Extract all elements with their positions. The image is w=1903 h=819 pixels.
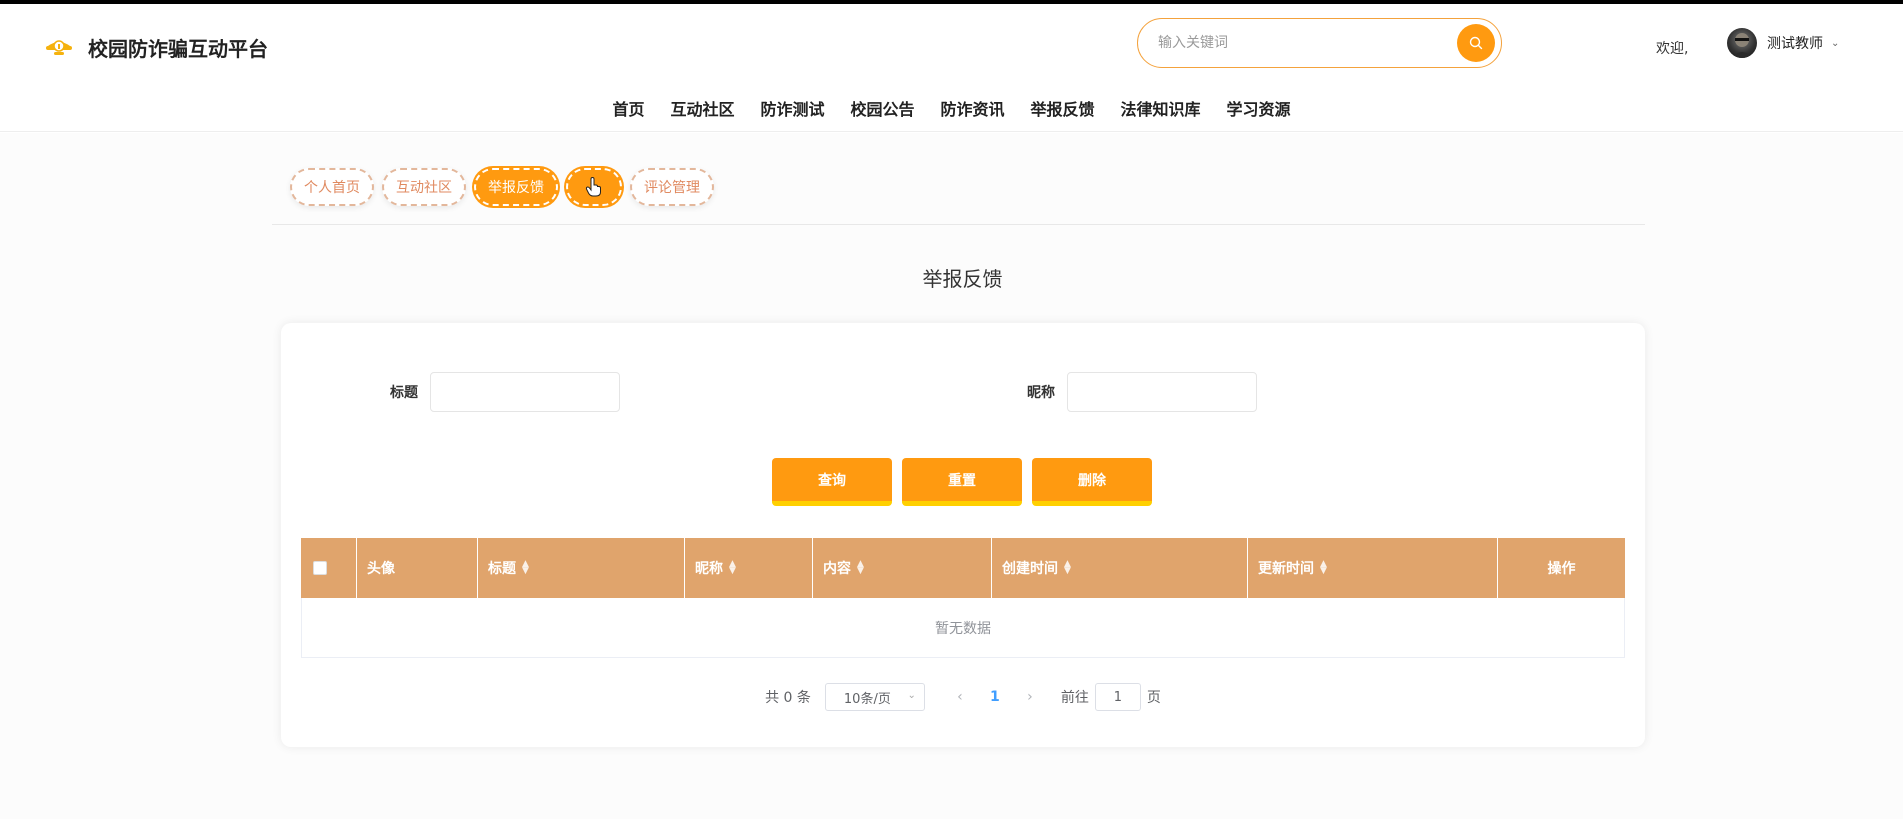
nickname-filter-label: 昵称 [1027, 385, 1055, 401]
header: 校园防诈骗互动平台 欢迎, 测试教师 ⌄ 首页 互动社区 防诈测试 校园公告 防… [0, 4, 1903, 132]
hand-cursor-icon [585, 177, 601, 197]
next-page-icon[interactable]: › [1015, 689, 1045, 705]
delete-button[interactable]: 删除 [1032, 458, 1152, 506]
nav-item-fraud-test[interactable]: 防诈测试 [747, 96, 837, 120]
nav-item-news[interactable]: 防诈资讯 [928, 96, 1018, 120]
search-icon [1469, 36, 1483, 50]
table-header: 头像 标题 ▲ ▼ 昵称 ▲ ▼ 内容 ▲ ▼ 创建时间 ▲ ▼ 更新时间 ▲ … [301, 538, 1625, 598]
avatar-image-icon [1731, 33, 1753, 58]
column-created-time[interactable]: 创建时间 ▲ ▼ [992, 538, 1248, 598]
sort-icon[interactable]: ▲ ▼ [1320, 560, 1327, 576]
main-nav: 首页 互动社区 防诈测试 校园公告 防诈资讯 举报反馈 法律知识库 学习资源 [0, 96, 1903, 120]
nav-item-community[interactable]: 互动社区 [657, 96, 747, 120]
reset-button[interactable]: 重置 [902, 458, 1022, 506]
column-title[interactable]: 标题 ▲ ▼ [478, 538, 685, 598]
chevron-down-icon: ⌄ [907, 690, 916, 701]
column-actions-label: 操作 [1547, 561, 1576, 577]
pagination-total: 共 0 条 [765, 690, 811, 706]
select-all-cell [301, 538, 357, 598]
divider [272, 224, 1645, 225]
subtab-hovered[interactable] [566, 168, 622, 206]
column-avatar: 头像 [357, 538, 478, 598]
page-title: 举报反馈 [922, 267, 1003, 291]
prev-page-icon[interactable]: ‹ [945, 689, 975, 705]
page-suffix: 页 [1146, 690, 1161, 706]
column-content-label: 内容 [823, 561, 851, 577]
pagination: 共 0 条 10条/页 ⌄ ‹ 1 › 前往 页 [281, 683, 1645, 711]
title-filter-input[interactable] [430, 372, 620, 412]
goto-page: 前往 页 [1061, 683, 1161, 711]
nav-item-announcements[interactable]: 校园公告 [837, 96, 927, 120]
main-content: 个人首页 互动社区 举报反馈 评论管理 举报反馈 标题 昵称 查询 重置 删除 … [0, 133, 1903, 819]
query-button[interactable]: 查询 [772, 458, 892, 506]
nav-item-learning[interactable]: 学习资源 [1214, 96, 1304, 120]
page-size-select[interactable]: 10条/页 ⌄ [824, 683, 925, 711]
subtab-community[interactable]: 互动社区 [382, 168, 466, 206]
column-nickname-label: 昵称 [695, 561, 723, 577]
welcome-text: 欢迎, [1656, 41, 1689, 57]
column-created-time-label: 创建时间 [1002, 561, 1058, 577]
goto-label: 前往 [1060, 690, 1089, 706]
sort-icon[interactable]: ▲ ▼ [522, 560, 529, 576]
report-table: 头像 标题 ▲ ▼ 昵称 ▲ ▼ 内容 ▲ ▼ 创建时间 ▲ ▼ 更新时间 ▲ … [301, 538, 1625, 658]
empty-text: 暂无数据 [935, 620, 991, 637]
search-input[interactable] [1158, 31, 1438, 55]
subtab-comment-management[interactable]: 评论管理 [630, 168, 714, 206]
column-updated-time[interactable]: 更新时间 ▲ ▼ [1248, 538, 1498, 598]
nav-item-law-library[interactable]: 法律知识库 [1108, 96, 1214, 120]
chevron-down-icon[interactable]: ⌄ [1831, 38, 1839, 49]
column-nickname[interactable]: 昵称 ▲ ▼ [685, 538, 813, 598]
nav-item-report[interactable]: 举报反馈 [1018, 96, 1108, 120]
sub-tabs: 个人首页 互动社区 举报反馈 评论管理 [290, 168, 714, 206]
column-content[interactable]: 内容 ▲ ▼ [813, 538, 992, 598]
page-number-current[interactable]: 1 [975, 689, 1015, 705]
column-title-label: 标题 [488, 561, 516, 577]
user-menu[interactable]: 测试教师 ⌄ [1727, 28, 1839, 58]
page-size-value: 10条/页 [843, 691, 891, 707]
subtab-profile-home[interactable]: 个人首页 [290, 168, 374, 206]
sort-icon[interactable]: ▲ ▼ [1064, 560, 1071, 576]
app-title: 校园防诈骗互动平台 [88, 36, 268, 61]
select-all-checkbox[interactable] [313, 561, 327, 575]
nav-item-home[interactable]: 首页 [599, 96, 657, 120]
sort-icon[interactable]: ▲ ▼ [729, 560, 736, 576]
avatar[interactable] [1727, 28, 1757, 58]
lightbulb-icon [46, 40, 72, 55]
search-box [1137, 18, 1502, 68]
column-avatar-label: 头像 [367, 561, 395, 577]
subtab-report[interactable]: 举报反馈 [474, 168, 558, 206]
goto-page-input[interactable] [1094, 683, 1141, 711]
column-updated-time-label: 更新时间 [1258, 561, 1314, 577]
logo[interactable]: 校园防诈骗互动平台 [44, 32, 268, 62]
username[interactable]: 测试教师 [1767, 33, 1823, 53]
nickname-filter-input[interactable] [1067, 372, 1257, 412]
sort-icon[interactable]: ▲ ▼ [857, 560, 864, 576]
search-button[interactable] [1457, 24, 1495, 62]
table-empty-row: 暂无数据 [301, 598, 1625, 658]
column-actions: 操作 [1498, 538, 1625, 598]
title-filter-label: 标题 [390, 385, 418, 401]
report-card: 标题 昵称 查询 重置 删除 头像 标题 ▲ ▼ 昵称 ▲ ▼ 内容 ▲ ▼ 创… [281, 323, 1645, 747]
